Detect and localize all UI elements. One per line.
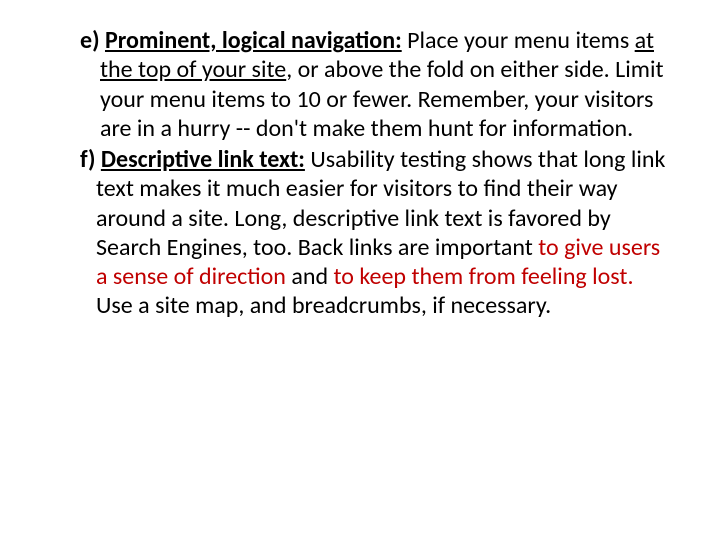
text-seg: Place your menu items bbox=[402, 26, 635, 55]
item-lead: Prominent, logical navigation: bbox=[105, 26, 402, 55]
item-lead: Descriptive link text: bbox=[101, 145, 305, 174]
text-seg: and bbox=[286, 262, 334, 291]
paragraph-e: e) Prominent, logical navigation: Place … bbox=[52, 26, 668, 143]
item-marker: f) bbox=[80, 145, 101, 174]
text-seg: Use a site map, and breadcrumbs, if nece… bbox=[96, 291, 551, 320]
item-marker: e) bbox=[80, 26, 105, 55]
slide: e) Prominent, logical navigation: Place … bbox=[0, 0, 720, 540]
list-item-f: f) Descriptive link text: Usability test… bbox=[52, 145, 668, 321]
text-red: to keep them from feeling lost. bbox=[334, 262, 634, 291]
list-item-e: e) Prominent, logical navigation: Place … bbox=[52, 26, 668, 143]
paragraph-f: f) Descriptive link text: Usability test… bbox=[52, 145, 668, 321]
